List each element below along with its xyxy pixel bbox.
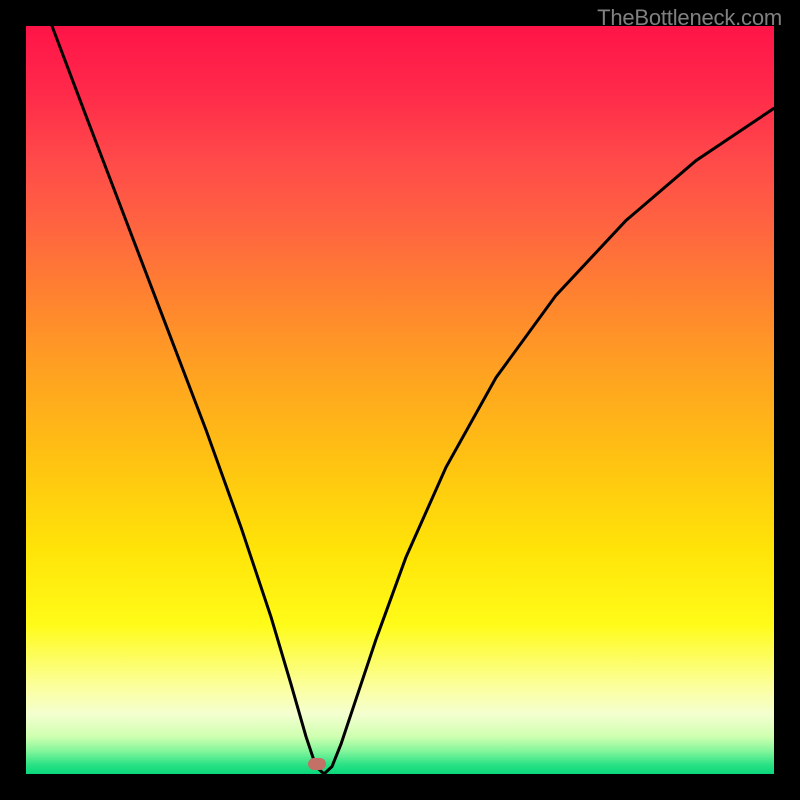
plot-area [26, 26, 774, 774]
bottleneck-curve [26, 26, 774, 774]
optimal-marker [308, 758, 326, 770]
curve-path [52, 26, 774, 774]
